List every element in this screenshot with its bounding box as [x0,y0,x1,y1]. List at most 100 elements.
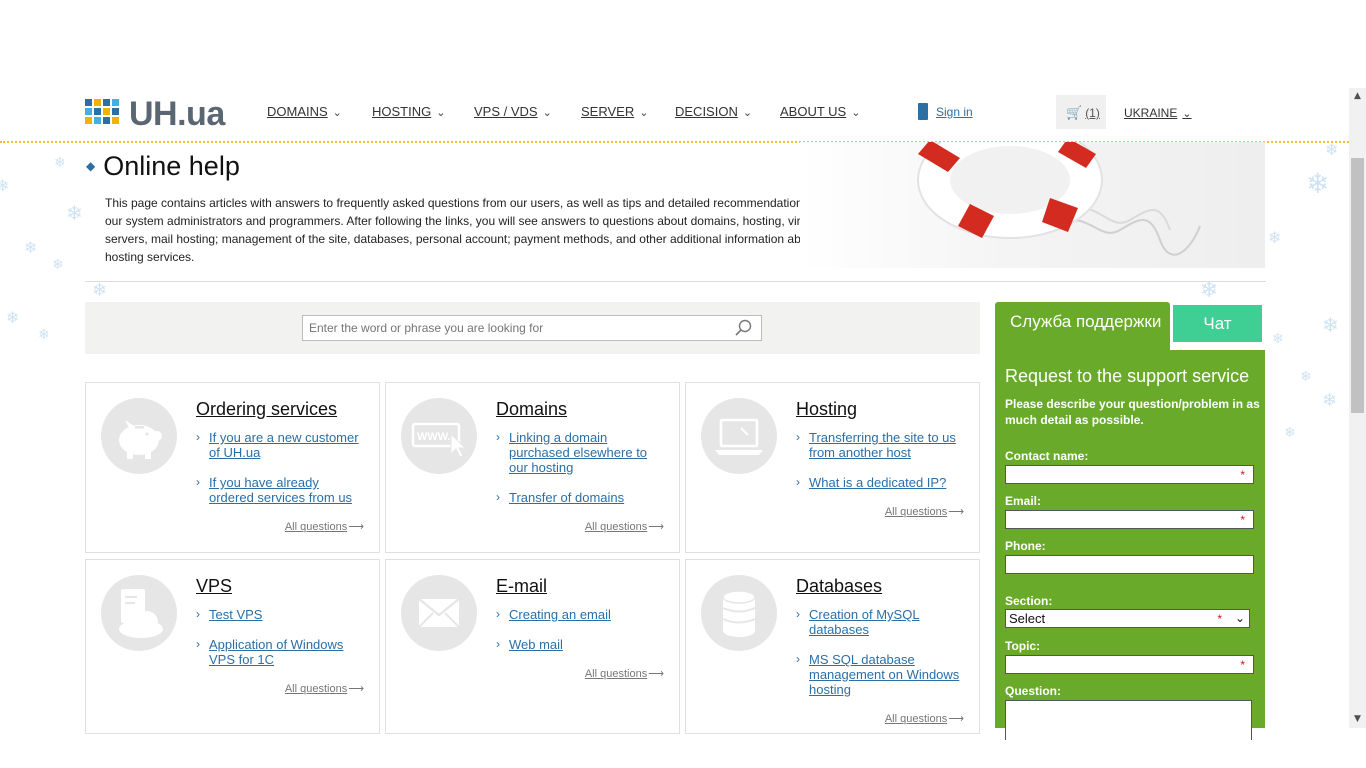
snowflake-icon: ❄ [1306,167,1330,200]
card-link[interactable]: If you are a new customer of UH.ua [209,430,359,460]
card-link-item[interactable]: › If you are a new customer of UH.ua [196,430,366,460]
card-link[interactable]: Web mail [509,637,563,652]
phone-field[interactable] [1005,555,1254,574]
laptop-icon [701,398,777,474]
nav-vps-vds[interactable]: VPS / VDS ⌄ [474,104,552,122]
email-field[interactable]: * [1005,510,1254,529]
snowflake-icon: ❄ [54,155,66,171]
card-link-item[interactable]: › Linking a domain purchased elsewhere to… [496,430,666,475]
logo-square [85,108,92,115]
question-label: Question: [1005,684,1061,698]
logo-text: UH.ua [129,95,225,133]
card-title[interactable]: Hosting [796,399,857,420]
card-link[interactable]: Creation of MySQL databases [809,607,920,637]
card-link[interactable]: Creating an email [509,607,611,622]
search-input[interactable] [309,321,729,335]
nav-about-us[interactable]: ABOUT US ⌄ [780,104,860,122]
scroll-up-arrow[interactable]: ▲ [1349,88,1366,105]
card-link[interactable]: Test VPS [209,607,262,622]
country-selector[interactable]: UKRAINE ⌄ [1124,106,1192,120]
snowflake-icon: ❄ [52,257,64,273]
all-questions-label: All questions [884,506,948,518]
arrow-right-icon: ⟶ [948,713,964,725]
card-title[interactable]: Domains [496,399,567,420]
card-link-item[interactable]: › MS SQL database management on Windows h… [796,652,966,697]
logo-square [103,108,110,115]
logo-square [103,117,110,124]
topic-field[interactable]: * [1005,655,1254,674]
intro-text: This page contains articles with answers… [105,196,839,264]
card-link[interactable]: MS SQL database management on Windows ho… [809,652,959,697]
support-form: Request to the support service Please de… [995,350,1265,740]
door-icon [918,103,928,120]
help-card-email: E-mail › Creating an email › Web mail All … [385,559,680,734]
nav-hosting[interactable]: HOSTING ⌄ [372,104,445,122]
card-link-item[interactable]: › Application of Windows VPS for 1C [196,637,366,667]
nav-label: VPS / VDS [474,104,538,119]
card-link[interactable]: If you have already ordered services fro… [209,475,352,505]
diamond-bullet-icon: ◆ [86,159,96,173]
www-cursor-icon: WWW. [401,398,477,474]
logo-square [94,108,101,115]
site-logo[interactable]: UH.ua [85,95,240,133]
page-scrollbar[interactable]: ▲ ▼ [1349,88,1366,728]
logo-square [85,117,92,124]
cart-icon: 🛒 [1066,105,1083,120]
sign-in-link[interactable]: Sign in [918,103,973,120]
bullet-chevron-icon: › [196,430,200,444]
lifebuoy-banner [800,142,1265,268]
card-title[interactable]: Ordering services [196,399,337,420]
card-link[interactable]: Transferring the site to us from another… [809,430,956,460]
search-box[interactable] [302,315,762,341]
card-link[interactable]: What is a dedicated IP? [809,475,946,490]
card-link-item[interactable]: › Test VPS [196,607,366,622]
all-questions-link[interactable]: All questions⟶ [885,505,964,518]
card-links: › Linking a domain purchased elsewhere to… [496,430,666,520]
section-select[interactable]: Select * ⌄ [1005,609,1250,628]
nav-decision[interactable]: DECISION ⌄ [675,104,752,122]
tab-support[interactable]: Служба поддержки [995,302,1170,350]
section-selected-value: Select [1009,611,1046,626]
chevron-down-icon: ⌄ [542,107,552,119]
card-link-item[interactable]: › Transfer of domains [496,490,666,505]
snowflake-icon: ❄ [0,176,10,195]
all-questions-label: All questions [284,683,348,695]
card-links: › If you are a new customer of UH.ua › If … [196,430,366,520]
nav-server[interactable]: SERVER ⌄ [581,104,648,122]
card-link[interactable]: Transfer of domains [509,490,624,505]
card-link-item[interactable]: › What is a dedicated IP? [796,475,966,490]
bullet-chevron-icon: › [496,637,500,651]
card-link[interactable]: Application of Windows VPS for 1C [209,637,343,667]
all-questions-label: All questions [284,521,348,533]
search-icon[interactable] [734,318,754,338]
chevron-down-icon: ⌄ [1182,108,1192,120]
all-questions-link[interactable]: All questions⟶ [585,520,664,533]
card-link-item[interactable]: › Web mail [496,637,666,652]
card-title[interactable]: VPS [196,576,232,597]
cart-count: (1) [1085,106,1100,120]
snowflake-icon: ❄ [1284,425,1296,441]
contact-name-field[interactable]: * [1005,465,1254,484]
tab-chat[interactable]: Чат [1173,305,1262,342]
envelope-icon [401,575,477,651]
nav-label: HOSTING [372,104,432,119]
all-questions-link[interactable]: All questions⟶ [285,520,364,533]
card-links: › Test VPS › Application of Windows VPS fo… [196,607,366,682]
all-questions-link[interactable]: All questions⟶ [285,682,364,695]
bullet-chevron-icon: › [496,430,500,444]
nav-domains[interactable]: DOMAINS ⌄ [267,104,342,122]
all-questions-link[interactable]: All questions⟶ [585,667,664,680]
card-link-item[interactable]: › Transferring the site to us from anothe… [796,430,966,460]
card-title[interactable]: E-mail [496,576,547,597]
card-link[interactable]: Linking a domain purchased elsewhere to … [509,430,647,475]
scroll-down-arrow[interactable]: ▼ [1349,711,1366,728]
card-title[interactable]: Databases [796,576,882,597]
card-link-item[interactable]: › Creation of MySQL databases [796,607,966,637]
cart-button[interactable]: 🛒 (1) [1056,95,1106,129]
section-label: Section: [1005,594,1053,608]
question-textarea[interactable] [1005,700,1252,740]
card-link-item[interactable]: › If you have already ordered services fr… [196,475,366,505]
scroll-thumb[interactable] [1351,158,1364,413]
card-link-item[interactable]: › Creating an email [496,607,666,622]
all-questions-link[interactable]: All questions⟶ [885,712,964,725]
